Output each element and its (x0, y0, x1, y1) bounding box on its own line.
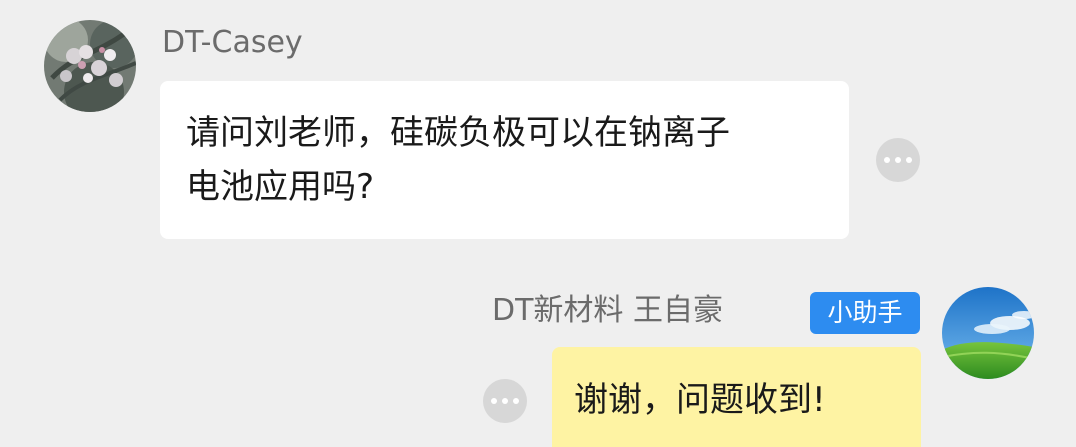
chat-window: DT-Casey 请问刘老师，硅碳负极可以在钠离子 电池应用吗? DT新材料 王… (0, 0, 1076, 447)
dot-icon (906, 157, 912, 163)
sender-name: DT新材料 王自豪 (492, 293, 723, 328)
message-text-line-1: 请问刘老师，硅碳负极可以在钠离子 (186, 113, 730, 153)
more-options-icon[interactable] (483, 379, 527, 423)
outgoing-message-bubble[interactable]: 谢谢，问题收到! (552, 347, 921, 447)
sender-name: DT-Casey (162, 25, 303, 60)
incoming-message-bubble[interactable]: 请问刘老师，硅碳负极可以在钠离子 电池应用吗? (160, 81, 849, 239)
message-text-line-2: 电池应用吗? (186, 167, 375, 207)
dot-icon (513, 398, 519, 404)
cherry-blossom-avatar-icon[interactable] (44, 20, 136, 112)
dot-icon (884, 157, 890, 163)
landscape-avatar-icon[interactable] (942, 287, 1034, 379)
more-options-icon[interactable] (876, 138, 920, 182)
dot-icon (491, 398, 497, 404)
dot-icon (502, 398, 508, 404)
dot-icon (895, 157, 901, 163)
assistant-badge: 小助手 (810, 292, 920, 334)
